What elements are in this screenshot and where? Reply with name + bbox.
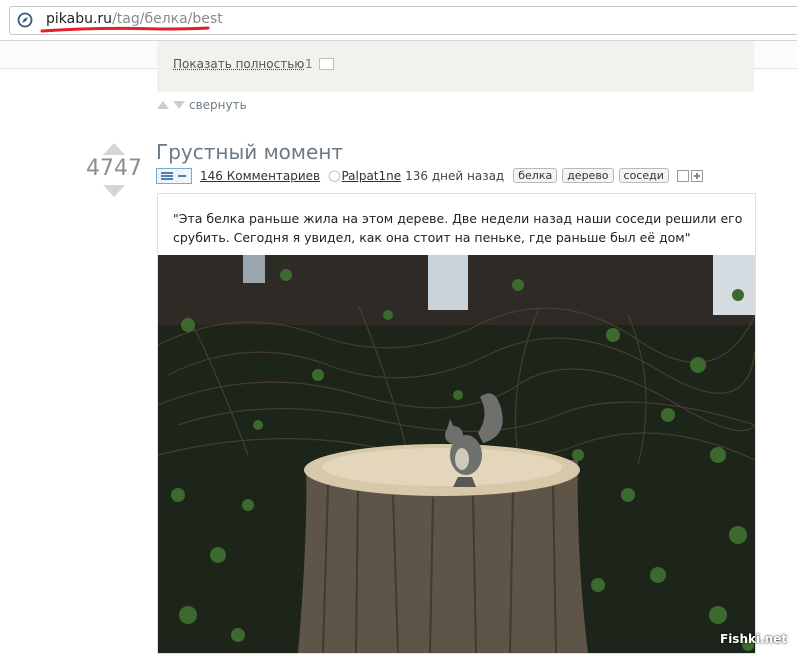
arrow-down-icon: [173, 101, 185, 109]
address-bar: pikabu.ru/tag/белка/best: [0, 0, 797, 41]
post-title[interactable]: Грустный момент: [156, 140, 343, 164]
red-underline: [40, 26, 210, 33]
author-link[interactable]: Palpat1ne: [341, 169, 401, 183]
url-text: pikabu.ru/tag/белка/best: [46, 11, 223, 27]
post-body: "Эта белка раньше жила на этом дереве. Д…: [157, 193, 756, 654]
plus-icon[interactable]: [690, 169, 703, 182]
post-meta: 146 Комментариев ◯ Palpat1ne 136 дней на…: [156, 167, 703, 184]
squirrel-photo: [158, 255, 755, 653]
tag-belka[interactable]: белка: [513, 168, 558, 183]
minus-icon: [178, 174, 186, 177]
show-full-link[interactable]: Показать полностью: [173, 57, 304, 71]
user-icon: ◯: [328, 169, 341, 182]
post-text: "Эта белка раньше жила на этом дереве. Д…: [173, 211, 743, 245]
compass-icon: [17, 12, 33, 28]
comments-link[interactable]: 146 Комментариев: [200, 169, 320, 183]
downvote-arrow-icon[interactable]: [103, 185, 125, 197]
url-host: pikabu.ru: [46, 11, 113, 27]
squirrel-on-stump-image: [158, 255, 755, 653]
url-path: /tag/белка/best: [112, 11, 223, 27]
expand-button[interactable]: [319, 58, 334, 70]
watermark: Fishki.net: [720, 632, 788, 646]
view-toggle-button[interactable]: [156, 167, 192, 184]
tag-derevo[interactable]: дерево: [562, 168, 614, 183]
arrow-up-icon: [157, 101, 169, 109]
collapse-control[interactable]: свернуть: [157, 98, 247, 112]
tag-sosedi[interactable]: соседи: [618, 168, 669, 183]
post-rating: 4747: [86, 156, 142, 181]
collapse-label: свернуть: [189, 98, 247, 112]
save-icon[interactable]: [676, 169, 689, 182]
upvote-arrow-icon[interactable]: [103, 143, 125, 155]
list-view-icon: [161, 171, 173, 180]
previous-post-count: 1: [305, 57, 313, 71]
previous-post-box: Показать полностью 1: [157, 41, 754, 92]
post-time: 136 дней назад: [405, 168, 505, 183]
